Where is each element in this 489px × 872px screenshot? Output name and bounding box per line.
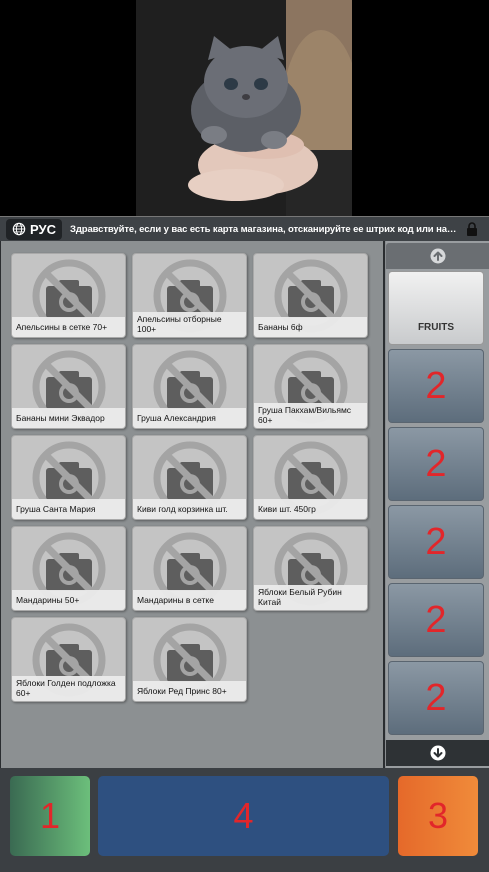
product-tile[interactable]: Яблоки Голден подложка 60+ <box>11 617 126 702</box>
product-tile[interactable]: Апельсины в сетке 70+ <box>11 253 126 338</box>
category-panel: FRUITS 2 2 2 2 2 <box>386 241 489 768</box>
arrow-up-circle-icon <box>430 248 445 264</box>
product-tile[interactable]: Груша Пакхам/Вильямс 60+ <box>253 344 368 429</box>
arrow-down-circle-icon <box>430 745 445 761</box>
lock-icon[interactable] <box>461 218 483 240</box>
product-label: Яблоки Ред Принс 80+ <box>133 681 246 701</box>
category-label: 2 <box>425 676 447 719</box>
product-label: Бананы 6ф <box>254 317 367 337</box>
product-tile[interactable]: Груша Санта Мария <box>11 435 126 520</box>
category-item[interactable]: 2 <box>388 583 484 657</box>
product-tile[interactable]: Яблоки Белый Рубин Китай <box>253 526 368 611</box>
product-panel: Апельсины в сетке 70+ Апельсины отборные… <box>0 241 385 768</box>
scroll-up-button[interactable] <box>386 243 489 269</box>
product-tile[interactable]: Яблоки Ред Принс 80+ <box>132 617 247 702</box>
product-tile[interactable]: Груша Александрия <box>132 344 247 429</box>
scroll-down-button[interactable] <box>386 740 489 766</box>
category-item[interactable]: 2 <box>388 427 484 501</box>
video-frame <box>136 0 352 216</box>
globe-icon <box>12 222 26 236</box>
kitten-image <box>136 0 352 216</box>
product-tile[interactable]: Мандарины 50+ <box>11 526 126 611</box>
product-label: Груша Пакхам/Вильямс 60+ <box>254 403 367 428</box>
product-label: Мандарины 50+ <box>12 590 125 610</box>
product-label: Апельсины в сетке 70+ <box>12 317 125 337</box>
product-tile[interactable]: Киви голд корзинка шт. <box>132 435 247 520</box>
category-label: 2 <box>425 442 447 485</box>
product-grid: Апельсины в сетке 70+ Апельсины отборные… <box>11 253 381 702</box>
product-label: Яблоки Белый Рубин Китай <box>254 585 367 610</box>
video-area <box>0 0 489 216</box>
product-tile[interactable]: Апельсины отборные 100+ <box>132 253 247 338</box>
product-label: Апельсины отборные 100+ <box>133 312 246 337</box>
language-button[interactable]: РУС <box>6 218 62 240</box>
category-label: 2 <box>425 598 447 641</box>
product-tile[interactable]: Бананы мини Эквадор <box>11 344 126 429</box>
welcome-message: Здравствуйте, если у вас есть карта мага… <box>70 223 461 235</box>
category-label: 2 <box>425 364 447 407</box>
category-fruits[interactable]: FRUITS <box>388 271 484 345</box>
category-label: 2 <box>425 520 447 563</box>
product-label: Яблоки Голден подложка 60+ <box>12 676 125 701</box>
product-label: Киви шт. 450гр <box>254 499 367 519</box>
info-bar: РУС Здравствуйте, если у вас есть карта … <box>0 216 489 241</box>
product-label: Груша Санта Мария <box>12 499 125 519</box>
product-label: Киви голд корзинка шт. <box>133 499 246 519</box>
product-tile[interactable]: Бананы 6ф <box>253 253 368 338</box>
bottom-button-left[interactable]: 1 <box>10 776 90 856</box>
product-label: Бананы мини Эквадор <box>12 408 125 428</box>
category-label: FRUITS <box>417 321 455 333</box>
product-label: Мандарины в сетке <box>133 590 246 610</box>
product-tile[interactable]: Киви шт. 450гр <box>253 435 368 520</box>
product-tile[interactable]: Мандарины в сетке <box>132 526 247 611</box>
bottom-button-right[interactable]: 3 <box>398 776 478 856</box>
main-area: Апельсины в сетке 70+ Апельсины отборные… <box>0 241 489 768</box>
product-label: Груша Александрия <box>133 408 246 428</box>
bottom-bar: 1 4 3 <box>0 768 489 872</box>
bottom-button-center[interactable]: 4 <box>98 776 389 856</box>
category-item[interactable]: 2 <box>388 349 484 423</box>
category-item[interactable]: 2 <box>388 505 484 579</box>
language-label: РУС <box>30 221 56 237</box>
category-item[interactable]: 2 <box>388 661 484 735</box>
